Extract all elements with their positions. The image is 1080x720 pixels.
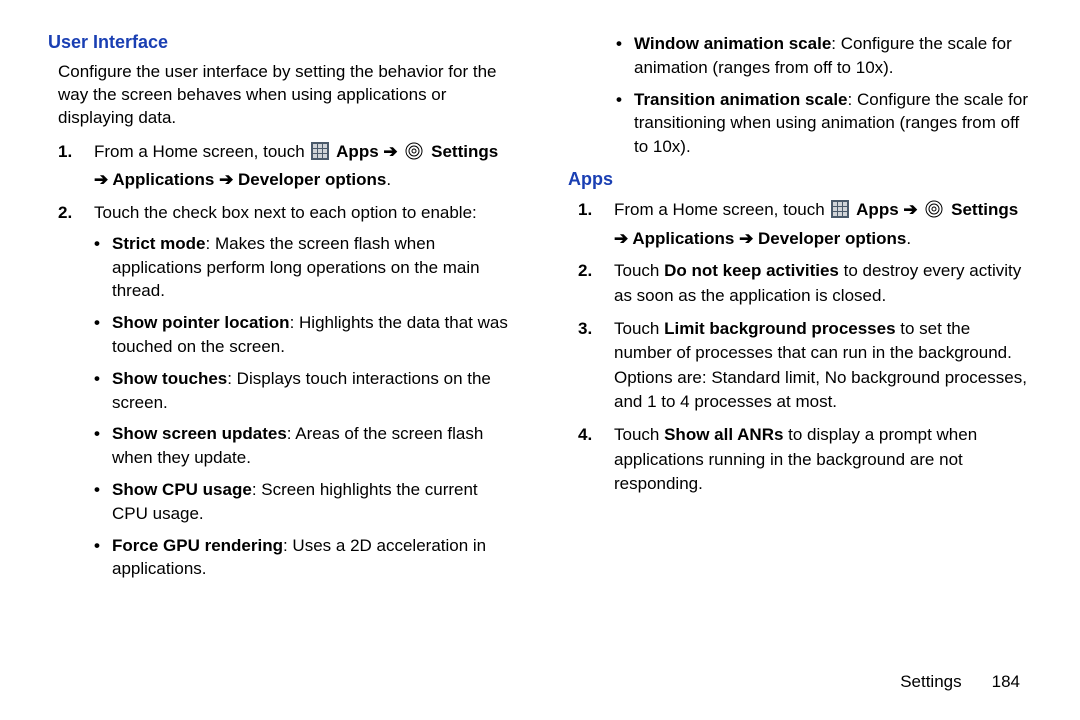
bullet-title: Show touches <box>112 369 227 388</box>
bullet-title: Show screen updates <box>112 424 287 443</box>
step1-prefix: From a Home screen, touch <box>614 200 829 219</box>
right-step-4: Touch Show all ANRs to display a prompt … <box>578 423 1032 497</box>
bold: Show all ANRs <box>664 425 783 444</box>
bullet-show-touches: Show touches: Displays touch interaction… <box>94 367 512 415</box>
settings-label: Settings <box>431 142 498 161</box>
intro-text: Configure the user interface by setting … <box>58 61 512 130</box>
page-footer: Settings 184 <box>900 672 1020 692</box>
bullet-title: Show CPU usage <box>112 480 252 499</box>
bullet-strict-mode: Strict mode: Makes the screen flash when… <box>94 232 512 303</box>
right-step-2: Touch Do not keep activities to destroy … <box>578 259 1032 308</box>
bullet-transition-animation: Transition animation scale: Configure th… <box>616 88 1032 159</box>
bullet-gpu-rendering: Force GPU rendering: Uses a 2D accelerat… <box>94 534 512 582</box>
step1-prefix: From a Home screen, touch <box>94 142 309 161</box>
bold: Do not keep activities <box>664 261 839 280</box>
pre: Touch <box>614 319 664 338</box>
left-step-1: From a Home screen, touch <box>58 140 512 193</box>
heading-apps: Apps <box>568 169 1032 190</box>
pre: Touch <box>614 425 664 444</box>
footer-section: Settings <box>900 672 961 691</box>
bullet-cpu-usage: Show CPU usage: Screen highlights the cu… <box>94 478 512 526</box>
period: . <box>906 229 911 248</box>
apps-icon <box>311 142 329 168</box>
bullet-title: Transition animation scale <box>634 90 848 109</box>
gear-icon <box>404 141 424 169</box>
settings-label: Settings <box>951 200 1018 219</box>
right-step-3: Touch Limit background processes to set … <box>578 317 1032 416</box>
bullet-title: Strict mode <box>112 234 206 253</box>
period: . <box>386 170 391 189</box>
arrow: ➔ <box>383 142 397 161</box>
bullet-title: Force GPU rendering <box>112 536 283 555</box>
bullet-window-animation: Window animation scale: Configure the sc… <box>616 32 1032 80</box>
gear-icon <box>924 199 944 227</box>
apps-label: Apps <box>336 142 379 161</box>
bullet-pointer-location: Show pointer location: Highlights the da… <box>94 311 512 359</box>
pre: Touch <box>614 261 664 280</box>
bold: Limit background processes <box>664 319 895 338</box>
bullet-title: Show pointer location <box>112 313 290 332</box>
bullet-title: Window animation scale <box>634 34 831 53</box>
step2-text: Touch the check box next to each option … <box>94 203 477 222</box>
heading-user-interface: User Interface <box>48 32 512 53</box>
right-step-1: From a Home screen, touch <box>578 198 1032 251</box>
arrow: ➔ <box>903 200 917 219</box>
path-rest: ➔ Applications ➔ Developer options <box>614 229 906 248</box>
left-step-2: Touch the check box next to each option … <box>58 201 512 581</box>
footer-page-number: 184 <box>992 672 1020 691</box>
path-rest: ➔ Applications ➔ Developer options <box>94 170 386 189</box>
apps-label: Apps <box>856 200 899 219</box>
apps-icon <box>831 200 849 226</box>
bullet-screen-updates: Show screen updates: Areas of the screen… <box>94 422 512 470</box>
